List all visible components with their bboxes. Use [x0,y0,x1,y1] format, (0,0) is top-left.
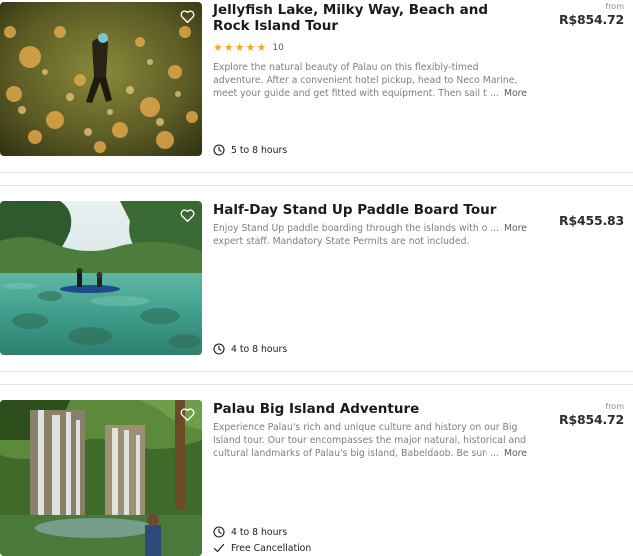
duration-text: 5 to 8 hours [231,144,288,156]
price-prefix: from [605,2,624,11]
more-label[interactable]: More [504,88,527,99]
divider [0,185,633,186]
favorite-button[interactable] [178,7,196,25]
checkmark-icon [213,543,225,553]
heart-outline-icon [180,9,194,23]
duration-text: 4 to 8 hours [231,343,288,355]
tour-title[interactable]: Palau Big Island Adventure [213,401,513,417]
description-text: Enjoy Stand Up paddle boarding through t… [213,223,522,247]
divider [0,172,633,173]
star-icon: ★ [223,41,234,54]
divider [0,371,633,372]
rating-count: 10 [272,42,284,53]
clock-icon [213,144,225,156]
tour-title[interactable]: Half-Day Stand Up Paddle Board Tour [213,202,533,218]
tour-price: R$854.72 [559,412,624,427]
ellipsis: ... [490,223,499,234]
tour-card[interactable]: Half-Day Stand Up Paddle Board Tour Enjo… [0,201,633,371]
star-icon: ★ [234,41,245,54]
star-icon: ★ [245,41,256,54]
heart-outline-icon [180,208,194,222]
favorite-button[interactable] [178,206,196,224]
tour-title[interactable]: Jellyfish Lake, Milky Way, Beach and Roc… [213,2,513,34]
tour-image-paddle-board[interactable] [0,201,202,355]
tour-price: R$854.72 [559,12,624,27]
heart-outline-icon [180,407,194,421]
tour-duration: 5 to 8 hours [213,144,287,156]
tour-description: Enjoy Stand Up paddle boarding through t… [213,222,533,248]
tour-duration: 4 to 8 hours [213,343,287,355]
description-text: Experience Palau's rich and unique cultu… [213,422,527,459]
more-link[interactable]: ... More [487,87,527,100]
favorite-button[interactable] [178,405,196,423]
divider [0,384,633,385]
ellipsis: ... [490,448,499,459]
star-icon: ★ [256,41,267,54]
tour-image-big-island[interactable] [0,400,202,556]
star-icon: ★ [213,41,223,54]
cancellation-text: Free Cancellation [231,542,312,554]
more-label[interactable]: More [504,448,527,459]
clock-icon [213,526,225,538]
more-label[interactable]: More [504,223,527,234]
tour-description: Experience Palau's rich and unique cultu… [213,421,533,460]
tour-image-jellyfish-lake[interactable] [0,2,202,156]
rating: ★ ★ ★ ★ ★ 10 [213,42,284,53]
description-text: Explore the natural beauty of Palau on t… [213,62,518,99]
tour-duration: 4 to 8 hours [213,526,287,538]
duration-text: 4 to 8 hours [231,526,288,538]
tour-card[interactable]: Jellyfish Lake, Milky Way, Beach and Roc… [0,0,633,172]
free-cancellation: Free Cancellation [213,542,311,554]
tour-description: Explore the natural beauty of Palau on t… [213,61,533,100]
price-prefix: from [605,402,624,411]
more-link[interactable]: ... More [487,222,527,235]
clock-icon [213,343,225,355]
tour-card[interactable]: Palau Big Island Adventure Experience Pa… [0,400,633,556]
more-link[interactable]: ... More [487,447,527,460]
tour-price: R$455.83 [559,213,624,228]
ellipsis: ... [490,88,499,99]
